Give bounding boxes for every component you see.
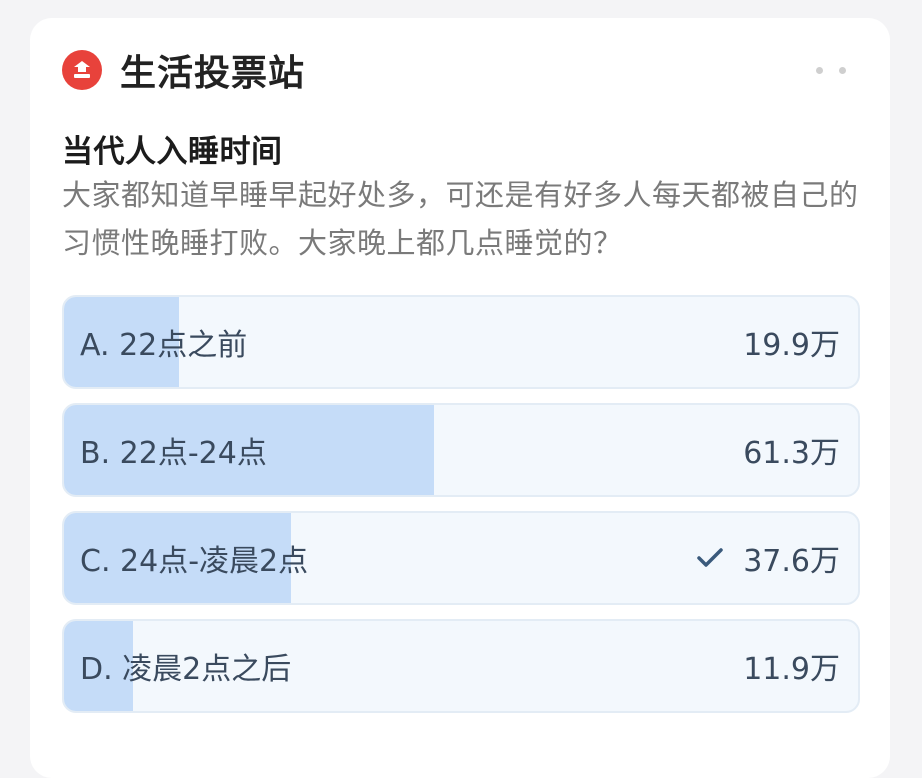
option-result: 11.9万 [743, 621, 840, 711]
poll-option-b[interactable]: B. 22点-24点 61.3万 [62, 403, 860, 497]
poll-options: A. 22点之前 19.9万 B. 22点-24点 61.3万 C. 24点-凌… [62, 295, 860, 727]
card-header: 生活投票站 [62, 46, 858, 94]
more-dots-icon[interactable] [816, 60, 846, 80]
option-result: 37.6万 [697, 513, 840, 603]
option-vote-count: 37.6万 [743, 544, 840, 579]
option-label: C. 24点-凌晨2点 [80, 544, 309, 579]
dot [839, 66, 846, 74]
question-description: 大家都知道早睡早起好处多，可还是有好多人每天都被自己的习惯性晚睡打败。大家晚上都… [62, 178, 859, 260]
option-result: 61.3万 [743, 405, 840, 495]
option-vote-count: 11.9万 [743, 652, 840, 687]
poll-card: 生活投票站 当代人入睡时间 大家都知道早睡早起好处多，可还是有好多人每天都被自己… [30, 18, 890, 778]
option-result: 19.9万 [743, 297, 840, 387]
option-vote-count: 19.9万 [743, 328, 840, 363]
poll-option-c[interactable]: C. 24点-凌晨2点 37.6万 [62, 511, 860, 605]
question-title: 当代人入睡时间 [62, 134, 283, 170]
option-label: B. 22点-24点 [80, 436, 267, 471]
checkmark-icon [697, 548, 723, 568]
station-title: 生活投票站 [120, 53, 306, 94]
poll-option-a[interactable]: A. 22点之前 19.9万 [62, 295, 860, 389]
option-label: D. 凌晨2点之后 [80, 652, 292, 687]
vote-logo-icon [62, 50, 102, 90]
poll-option-d[interactable]: D. 凌晨2点之后 11.9万 [62, 619, 860, 713]
dot [816, 66, 823, 74]
option-vote-count: 61.3万 [743, 436, 840, 471]
option-label: A. 22点之前 [80, 328, 248, 363]
